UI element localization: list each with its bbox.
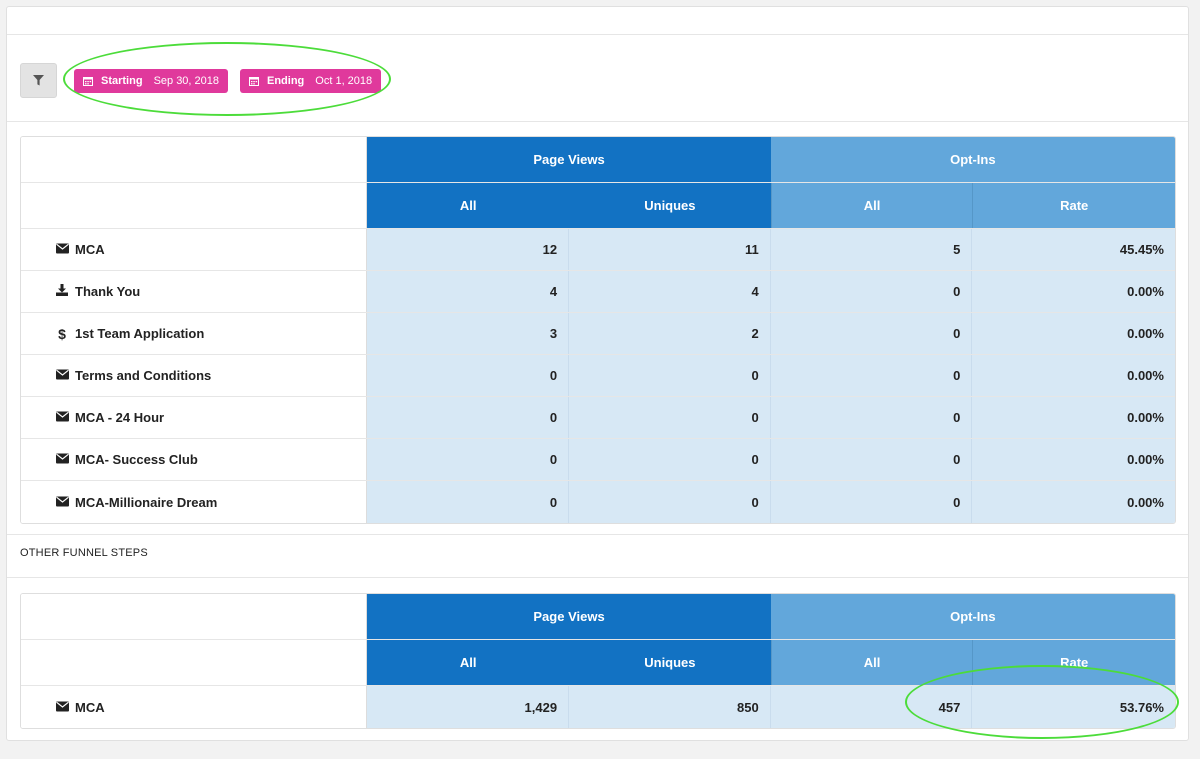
pv-all-value: 12 bbox=[367, 229, 570, 270]
oi-all-value: 0 bbox=[770, 439, 973, 480]
table-row: $1st Team Application 3 2 0 0.00% bbox=[21, 313, 1175, 355]
dollar-icon: $ bbox=[58, 325, 66, 342]
panel-top-strip bbox=[7, 7, 1188, 35]
pv-uniques-value: 2 bbox=[569, 313, 771, 354]
pv-uniques-header: Uniques bbox=[569, 183, 771, 228]
pv-all-header: All bbox=[367, 183, 570, 228]
starting-date-value: Sep 30, 2018 bbox=[153, 75, 220, 87]
oi-rate-value: 0.00% bbox=[972, 397, 1175, 438]
calendar-icon bbox=[249, 77, 259, 86]
oi-rate-value: 53.76% bbox=[972, 686, 1175, 728]
table-row: MCA - 24 Hour 0 0 0 0.00% bbox=[21, 397, 1175, 439]
ending-date-value: Oct 1, 2018 bbox=[315, 75, 373, 87]
ending-date-picker[interactable]: Ending Oct 1, 2018 bbox=[240, 69, 382, 93]
download-icon bbox=[55, 284, 69, 299]
pv-uniques-value: 11 bbox=[569, 229, 771, 270]
oi-all-value: 0 bbox=[770, 397, 973, 438]
starting-label: Starting bbox=[101, 75, 143, 87]
opt-ins-header: Opt-Ins bbox=[770, 137, 1175, 182]
oi-all-value: 0 bbox=[770, 355, 973, 396]
pv-all-header: All bbox=[367, 640, 570, 685]
oi-rate-value: 0.00% bbox=[972, 481, 1175, 523]
oi-rate-header: Rate bbox=[972, 640, 1175, 685]
table-row: MCA- Success Club 0 0 0 0.00% bbox=[21, 439, 1175, 481]
table-row: MCA-Millionaire Dream 0 0 0 0.00% bbox=[21, 481, 1175, 523]
pv-all-value: 0 bbox=[367, 397, 570, 438]
pv-all-value: 1,429 bbox=[367, 686, 570, 728]
ending-label: Ending bbox=[267, 75, 305, 87]
other-funnel-steps-table: Page Views Opt-Ins All Uniques All Rate … bbox=[20, 593, 1176, 729]
table-row: Terms and Conditions 0 0 0 0.00% bbox=[21, 355, 1175, 397]
pv-uniques-value: 850 bbox=[569, 686, 771, 728]
opt-ins-header: Opt-Ins bbox=[770, 594, 1175, 639]
oi-all-value: 457 bbox=[770, 686, 973, 728]
funnel-step-name-cell[interactable]: MCA-Millionaire Dream bbox=[21, 481, 368, 523]
funnel-step-name-cell[interactable]: Terms and Conditions bbox=[21, 355, 368, 396]
envelope-icon bbox=[55, 495, 69, 510]
pv-all-value: 0 bbox=[367, 355, 570, 396]
funnel-step-name: MCA - 24 Hour bbox=[75, 410, 165, 425]
other-funnel-steps-label: OTHER FUNNEL STEPS bbox=[20, 547, 148, 559]
envelope-icon bbox=[55, 368, 69, 383]
table-row: Thank You 4 4 0 0.00% bbox=[21, 271, 1175, 313]
table-group-header: Page Views Opt-Ins bbox=[21, 137, 1175, 183]
funnel-step-name: MCA bbox=[75, 699, 105, 715]
pv-all-value: 3 bbox=[367, 313, 570, 354]
oi-rate-value: 45.45% bbox=[972, 229, 1175, 270]
envelope-icon bbox=[55, 452, 69, 467]
table-row: MCA 12 11 5 45.45% bbox=[21, 229, 1175, 271]
envelope-icon bbox=[55, 700, 69, 715]
funnel-step-name-cell[interactable]: MCA - 24 Hour bbox=[21, 397, 368, 438]
oi-all-header: All bbox=[770, 640, 973, 685]
pv-uniques-header: Uniques bbox=[569, 640, 771, 685]
table-row: MCA 1,429 850 457 53.76% bbox=[21, 686, 1175, 728]
oi-rate-header: Rate bbox=[972, 183, 1175, 228]
oi-all-value: 5 bbox=[770, 229, 973, 270]
funnel-step-name-cell[interactable]: MCA bbox=[21, 229, 368, 270]
oi-all-header: All bbox=[770, 183, 973, 228]
calendar-icon bbox=[83, 77, 93, 86]
table-sub-header: All Uniques All Rate bbox=[21, 183, 1175, 229]
oi-rate-value: 0.00% bbox=[972, 439, 1175, 480]
pv-all-value: 4 bbox=[367, 271, 570, 312]
oi-rate-value: 0.00% bbox=[972, 355, 1175, 396]
funnel-step-name: MCA-Millionaire Dream bbox=[75, 494, 218, 510]
pv-uniques-value: 0 bbox=[569, 397, 771, 438]
funnel-step-name: Terms and Conditions bbox=[75, 368, 212, 383]
pv-all-value: 0 bbox=[367, 481, 570, 523]
pv-uniques-value: 0 bbox=[569, 439, 771, 480]
envelope-icon bbox=[55, 410, 69, 425]
oi-rate-value: 0.00% bbox=[972, 271, 1175, 312]
funnel-step-name-cell[interactable]: MCA- Success Club bbox=[21, 439, 368, 480]
pv-all-value: 0 bbox=[367, 439, 570, 480]
pv-uniques-value: 0 bbox=[569, 481, 771, 523]
date-filter-bar: Starting Sep 30, 2018 Ending Oct 1, 2018 bbox=[7, 35, 1188, 122]
oi-all-value: 0 bbox=[770, 313, 973, 354]
stats-panel: Starting Sep 30, 2018 Ending Oct 1, 2018… bbox=[6, 6, 1189, 741]
funnel-step-name-cell[interactable]: MCA bbox=[21, 686, 368, 728]
oi-all-value: 0 bbox=[770, 271, 973, 312]
table-group-header: Page Views Opt-Ins bbox=[21, 594, 1175, 640]
envelope-icon bbox=[55, 242, 69, 257]
oi-all-value: 0 bbox=[770, 481, 973, 523]
table-sub-header: All Uniques All Rate bbox=[21, 640, 1175, 686]
filter-icon bbox=[33, 75, 44, 86]
funnel-steps-table: Page Views Opt-Ins All Uniques All Rate … bbox=[20, 136, 1176, 524]
filter-button[interactable] bbox=[20, 63, 57, 98]
funnel-step-name: MCA- Success Club bbox=[75, 452, 198, 467]
funnel-step-name: Thank You bbox=[75, 284, 141, 299]
oi-rate-value: 0.00% bbox=[972, 313, 1175, 354]
pv-uniques-value: 4 bbox=[569, 271, 771, 312]
funnel-step-name: MCA bbox=[75, 242, 105, 257]
funnel-step-name-cell[interactable]: Thank You bbox=[21, 271, 368, 312]
starting-date-picker[interactable]: Starting Sep 30, 2018 bbox=[74, 69, 229, 93]
page-views-header: Page Views bbox=[367, 137, 771, 182]
page-views-header: Page Views bbox=[367, 594, 771, 639]
funnel-step-name: 1st Team Application bbox=[75, 326, 205, 341]
funnel-step-name-cell[interactable]: $1st Team Application bbox=[21, 313, 368, 354]
pv-uniques-value: 0 bbox=[569, 355, 771, 396]
